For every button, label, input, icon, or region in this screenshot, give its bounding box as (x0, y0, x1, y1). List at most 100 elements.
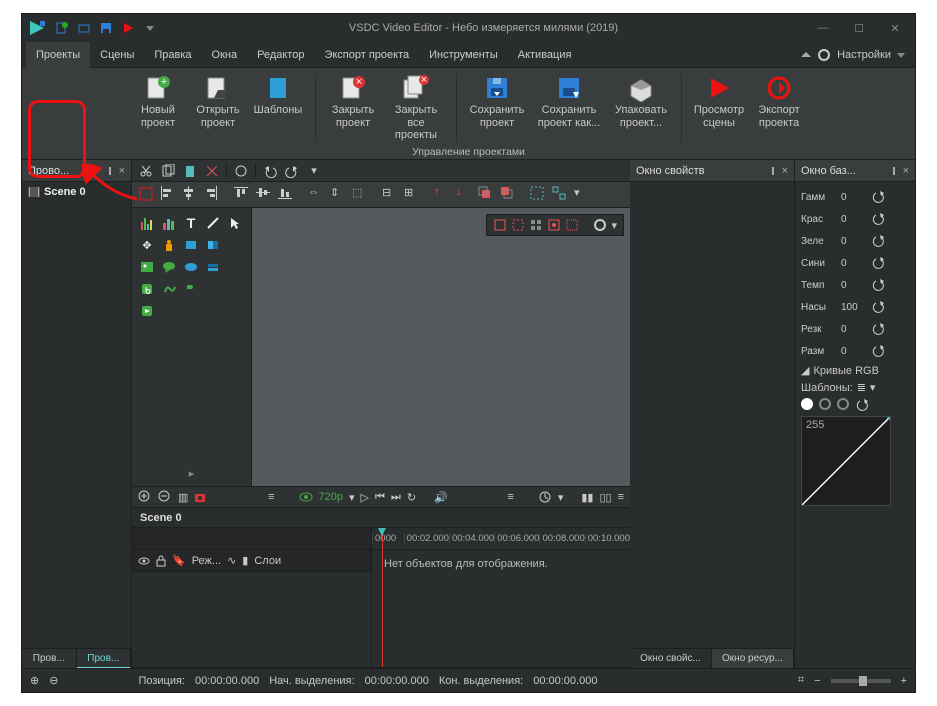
reset-icon[interactable] (871, 322, 885, 336)
person-icon[interactable] (160, 236, 178, 254)
tag-icon[interactable]: 🔖 (172, 554, 186, 567)
sb-zoom-in-icon[interactable]: ⊕ (30, 674, 39, 687)
tab-edit[interactable]: Правка (144, 42, 201, 68)
history-icon[interactable] (538, 490, 552, 504)
save-as-button[interactable]: Сохранитьпроект как... (533, 72, 605, 144)
canvas-gear-icon[interactable] (593, 218, 607, 232)
palette-expand-icon[interactable]: ▸ (138, 467, 245, 480)
reset-icon[interactable] (871, 344, 885, 358)
close-button[interactable]: ✕ (881, 22, 909, 35)
pointer-icon[interactable] (226, 214, 244, 232)
text-icon[interactable]: T (182, 214, 200, 232)
close-all-button[interactable]: × Закрыть всепроекты (386, 72, 446, 144)
visibility-icon[interactable] (138, 556, 150, 566)
align-middle-icon[interactable] (256, 186, 274, 204)
tab-windows[interactable]: Окна (202, 42, 248, 68)
eq-icon[interactable] (138, 214, 156, 232)
chevron-down-icon[interactable]: ◢ (801, 364, 809, 377)
preview-res-label[interactable]: 720p (319, 491, 343, 503)
qat-open-icon[interactable] (76, 20, 92, 36)
dropdown-icon[interactable]: ▾ (574, 186, 592, 204)
ungroup-icon[interactable] (552, 186, 570, 204)
res-dropdown-icon[interactable]: ▾ (349, 491, 355, 504)
freeform-icon[interactable] (160, 280, 178, 298)
minus-icon[interactable]: − (814, 675, 820, 687)
cut-icon[interactable] (138, 163, 154, 179)
pin-icon[interactable] (889, 166, 899, 176)
camera-icon[interactable] (194, 491, 208, 503)
scene-tree-item[interactable]: Scene 0 (28, 186, 125, 198)
gear-icon[interactable] (817, 48, 831, 62)
puzzle-icon[interactable] (182, 280, 200, 298)
hist-dropdown-icon[interactable]: ▾ (558, 491, 564, 504)
gradient-icon[interactable] (204, 236, 222, 254)
select-icon[interactable] (138, 186, 156, 204)
markers-icon[interactable]: ▮▮ (581, 491, 593, 504)
explorer-tab-2[interactable]: Пров... (77, 649, 132, 669)
tab-editor[interactable]: Редактор (247, 42, 314, 68)
speech-icon[interactable] (160, 258, 178, 276)
arrow-down-icon[interactable]: ↓ (456, 186, 474, 204)
maximize-button[interactable]: ☐ (845, 22, 873, 35)
paste-icon[interactable] (182, 163, 198, 179)
pin-icon[interactable] (105, 166, 115, 176)
same-size-icon[interactable]: ⬚ (352, 186, 370, 204)
copy-icon[interactable] (160, 163, 176, 179)
crop-icon[interactable]: ⌗ (798, 674, 804, 687)
save-project-button[interactable]: Сохранитьпроект (467, 72, 527, 144)
rgb-curve[interactable]: 255 (801, 416, 891, 506)
reset-icon[interactable] (871, 212, 885, 226)
canvas-dropdown-icon[interactable]: ▾ (611, 219, 617, 232)
center-v-icon[interactable]: ⊞ (404, 186, 422, 204)
pin-icon[interactable] (768, 166, 778, 176)
same-height-icon[interactable]: ⇕ (330, 186, 348, 204)
tl-play-icon[interactable]: ▷ (361, 491, 369, 504)
same-width-icon[interactable]: ⇔ (308, 186, 326, 204)
lock-icon[interactable] (156, 555, 166, 567)
slider[interactable] (831, 679, 891, 683)
tab-projects[interactable]: Проекты (26, 42, 90, 68)
props-tab-2[interactable]: Окно ресур... (712, 649, 794, 669)
sel-4-icon[interactable] (565, 218, 579, 232)
record-icon[interactable] (233, 163, 249, 179)
bars-icon[interactable]: ≣ (857, 381, 866, 394)
templates-button[interactable]: Шаблоны (251, 72, 305, 144)
ellipse-icon[interactable] (182, 258, 200, 276)
align-top-icon[interactable] (234, 186, 252, 204)
dropdown-icon[interactable]: ▾ (306, 163, 322, 179)
center-h-icon[interactable]: ⊟ (382, 186, 400, 204)
playhead[interactable] (382, 528, 383, 667)
pack-project-button[interactable]: Упаковатьпроект... (611, 72, 671, 144)
group-icon[interactable] (530, 186, 548, 204)
eye-icon[interactable] (299, 492, 313, 502)
send-back-icon[interactable] (500, 186, 518, 204)
tab-export[interactable]: Экспорт проекта (314, 42, 419, 68)
curve-reset-icon[interactable] (855, 398, 869, 412)
qat-dropdown-icon[interactable] (142, 20, 158, 36)
settings-label[interactable]: Настройки (837, 49, 891, 61)
sel-3-icon[interactable] (547, 218, 561, 232)
preview-scene-button[interactable]: Просмотрсцены (692, 72, 746, 144)
qat-play-icon[interactable] (120, 20, 136, 36)
timeline-ruler[interactable]: 0000 00:02.000 00:04.000 00:06.000 00:08… (372, 528, 630, 550)
tab-activation[interactable]: Активация (508, 42, 582, 68)
markers-2-icon[interactable]: ▯▯ (599, 491, 611, 504)
channel-g[interactable] (837, 398, 849, 410)
move-icon[interactable]: ✥ (138, 236, 156, 254)
props-tab-1[interactable]: Окно свойс... (630, 649, 712, 669)
tl-loop-icon[interactable]: ↻ (407, 491, 416, 504)
video-icon[interactable] (138, 302, 156, 320)
align-left-icon[interactable] (160, 186, 178, 204)
settings-dropdown-icon[interactable] (897, 51, 905, 59)
tl-more-3-icon[interactable]: ≡ (618, 491, 624, 503)
stack-icon[interactable] (204, 258, 222, 276)
collapse-ribbon-icon[interactable] (801, 50, 811, 60)
bring-front-icon[interactable] (478, 186, 496, 204)
align-bottom-icon[interactable] (278, 186, 296, 204)
tl-more-2-icon[interactable]: ≡ (507, 491, 513, 503)
scene-tab[interactable]: Scene 0 (140, 512, 182, 524)
reset-icon[interactable] (871, 278, 885, 292)
align-center-icon[interactable] (182, 186, 200, 204)
qat-save-icon[interactable] (98, 20, 114, 36)
arrow-up-icon[interactable]: ↑ (434, 186, 452, 204)
